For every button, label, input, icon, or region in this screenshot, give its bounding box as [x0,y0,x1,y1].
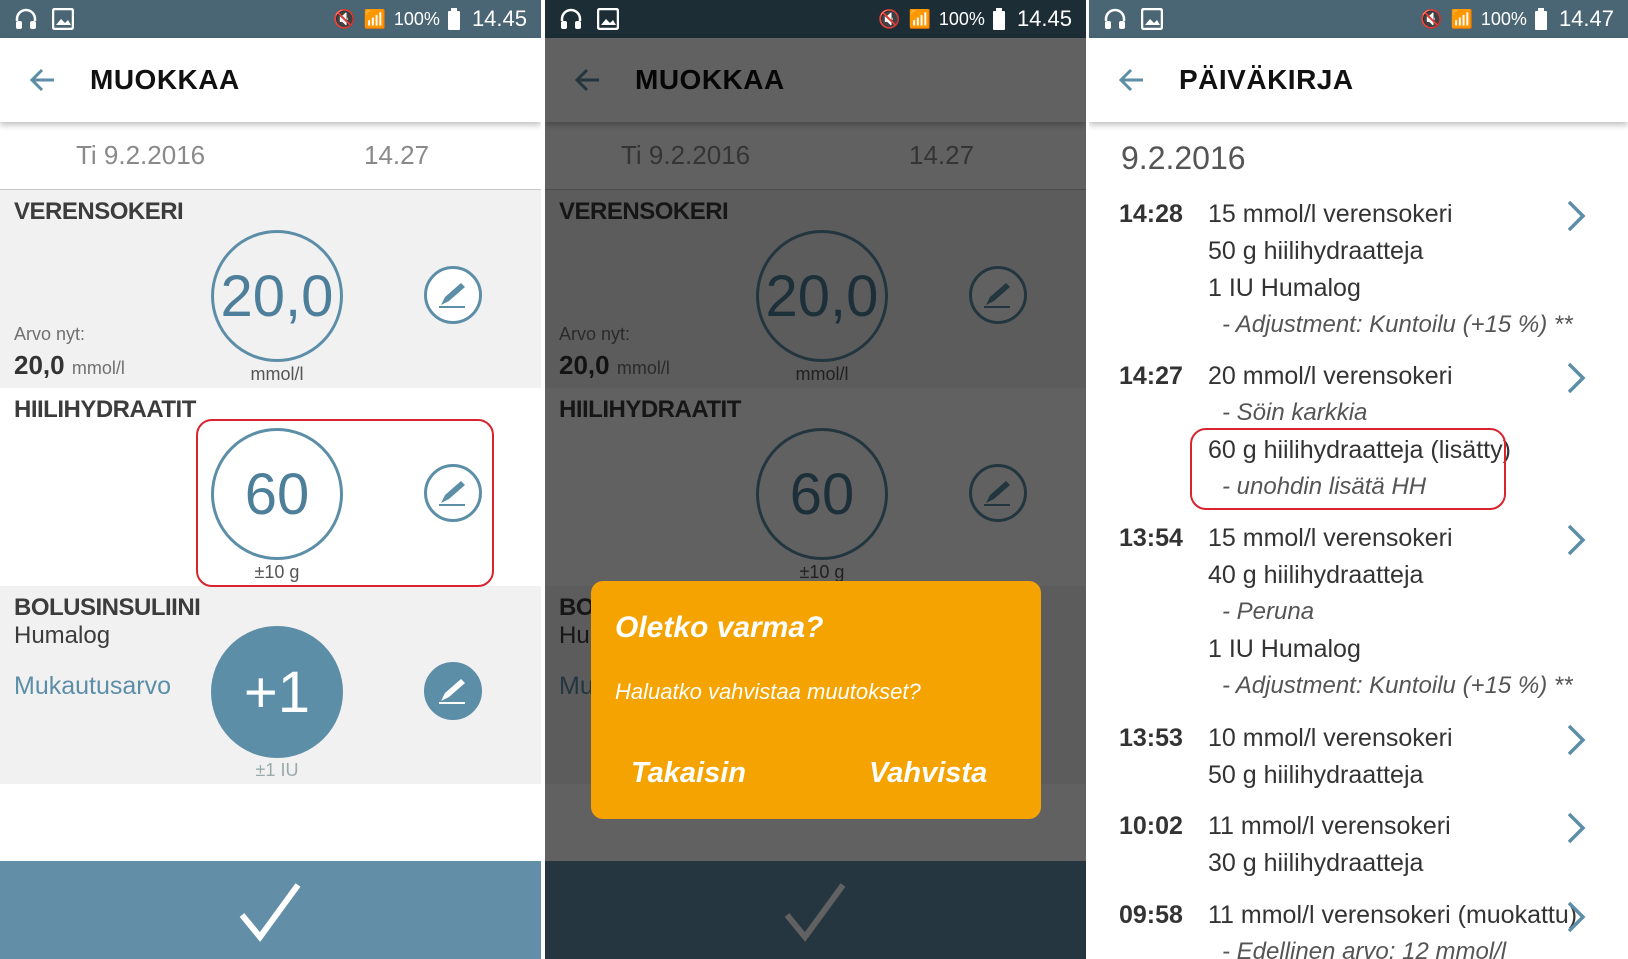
entry-note: - Peruna [1222,598,1315,625]
entry-time: 13:53 [1119,724,1183,752]
headphones-icon [15,8,37,29]
entry-time: 10:02 [1119,812,1183,840]
adjustment-label[interactable]: Mukautusarvo [14,672,171,701]
back-arrow-icon[interactable] [1117,66,1145,94]
clock: 14.45 [471,6,527,31]
glucose-unit: mmol/l [250,364,304,384]
mute-icon: 🔇 [1420,8,1443,29]
app-bar: MUOKKAA [0,38,541,122]
confirm-dialog: Oletko varma? Haluatko vahvistaa muutoks… [591,581,1041,819]
chevron-right-icon[interactable] [1565,522,1587,558]
glucose-value-circle[interactable]: 20,0 [211,230,343,362]
battery-icon [447,8,460,30]
battery-label: 100% [393,8,440,29]
headphones-icon [560,8,582,29]
entry-time: 09:58 [1119,901,1183,929]
check-icon [239,883,301,942]
entry-line: 15 mmol/l verensokeri [1208,200,1453,228]
entry-line: 11 mmol/l verensokeri [1208,812,1451,840]
entry-line: 20 mmol/l verensokeri [1208,362,1453,390]
confirm-button[interactable] [0,861,541,959]
wifi-icon: 📶 [363,8,386,29]
date-field[interactable]: Ti 9.2.2016 [76,140,205,171]
bolus-title: BOLUSINSULIINI [14,594,201,621]
image-icon [597,8,619,30]
chevron-right-icon[interactable] [1565,198,1587,234]
mute-icon: 🔇 [878,8,901,29]
dialog-back-button[interactable]: Takaisin [631,757,746,790]
dialog-message: Haluatko vahvistaa muutokset? [615,679,921,704]
wifi-icon: 📶 [908,8,931,29]
entry-line: 50 g hiilihydraatteja [1208,237,1424,265]
battery-label: 100% [1480,8,1527,29]
modal-overlay[interactable] [545,38,1086,959]
image-icon [52,8,74,30]
edit-screen-with-dialog: 🔇 📶 100% 14.45 MUOKKAA Ti 9.2.2016 14.27… [545,0,1086,959]
datetime-bar: Ti 9.2.2016 14.27 [0,122,541,190]
entry-line: 1 IU Humalog [1208,274,1361,302]
entry-line: 1 IU Humalog [1208,635,1361,663]
edit-screen: 🔇 📶 100% 14.45 MUOKKAA Ti 9.2.2016 14.27… [0,0,541,959]
chevron-right-icon[interactable] [1565,722,1587,758]
edit-bolus-button[interactable] [424,662,482,720]
entry-line: 30 g hiilihydraatteja [1208,849,1424,877]
bolus-step: ±1 IU [255,760,299,780]
chevron-right-icon[interactable] [1565,360,1587,396]
page-title: PÄIVÄKIRJA [1179,64,1354,95]
status-bar: 🔇 📶 100% 14.45 [545,0,1086,38]
page-title: MUOKKAA [90,64,240,95]
status-bar: 🔇 📶 100% 14.45 [0,0,541,38]
time-field[interactable]: 14.27 [364,140,429,171]
back-arrow-icon[interactable] [28,66,56,94]
entry-line: 11 mmol/l verensokeri (muokattu) [1208,901,1578,929]
mute-icon: 🔇 [333,8,356,29]
entry-line: 10 mmol/l verensokeri [1208,724,1453,752]
chevron-right-icon[interactable] [1565,899,1587,935]
entry-note: - Söin karkkia [1222,399,1368,426]
edit-glucose-button[interactable] [424,266,482,324]
dialog-title: Oletko varma? [615,611,824,644]
entry-time: 14:28 [1119,200,1183,228]
glucose-section: VERENSOKERI Arvo nyt: 20,0 mmol/l 20,0 m… [0,190,541,388]
app-bar: PÄIVÄKIRJA [1089,38,1628,122]
current-value-label: Arvo nyt: [14,324,86,344]
wifi-icon: 📶 [1450,8,1473,29]
carbs-highlight-box [196,419,494,587]
pencil-icon [439,679,465,704]
insulin-name: Humalog [14,622,111,649]
battery-label: 100% [938,8,985,29]
clock: 14.45 [1016,6,1072,31]
glucose-title: VERENSOKERI [14,198,184,225]
image-icon [1141,8,1163,30]
chevron-right-icon[interactable] [1565,810,1587,846]
pencil-icon [439,283,465,308]
carbs-title: HIILIHYDRAATIT [14,396,196,423]
entry-time: 13:54 [1119,524,1183,552]
entry-note: - Adjustment: Kuntoilu (+15 %) ** [1222,311,1573,338]
entry-time: 14:27 [1119,362,1183,390]
diary-screen: 🔇 📶 100% 14.47 PÄIVÄKIRJA 9.2.2016 14:28… [1089,0,1628,959]
battery-icon [1534,8,1547,30]
bolus-section: BOLUSINSULIINI Humalog Mukautusarvo +1 ±… [0,586,541,784]
entry-line: 50 g hiilihydraatteja [1208,761,1424,789]
added-carbs-highlight-box [1190,428,1506,510]
clock: 14.47 [1558,6,1614,31]
status-bar: 🔇 📶 100% 14.47 [1089,0,1628,38]
battery-icon [992,8,1005,30]
diary-date: 9.2.2016 [1121,140,1246,176]
entry-note: - Adjustment: Kuntoilu (+15 %) ** [1222,672,1573,699]
entry-note: - Edellinen arvo: 12 mmol/l [1222,938,1507,959]
current-value: 20,0 mmol/l [14,350,125,380]
headphones-icon [1104,8,1126,29]
bolus-value-circle[interactable]: +1 [211,626,343,758]
entry-line: 15 mmol/l verensokeri [1208,524,1453,552]
entry-line: 40 g hiilihydraatteja [1208,561,1424,589]
dialog-confirm-button[interactable]: Vahvista [869,757,987,790]
